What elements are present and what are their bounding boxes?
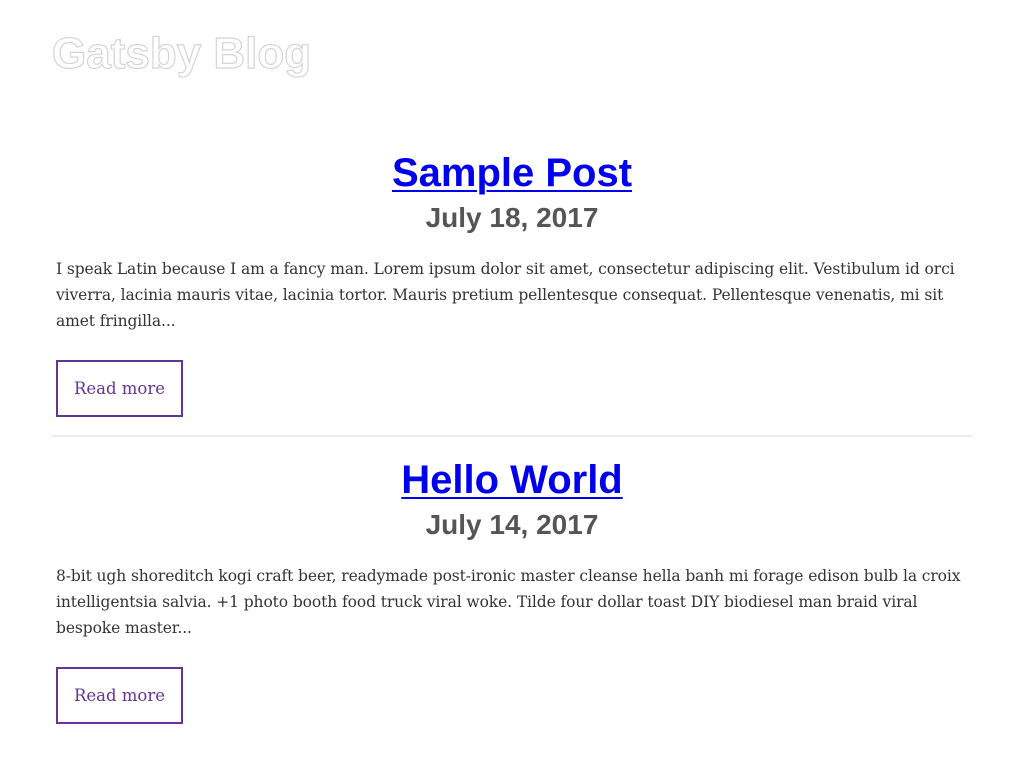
post-title-wrap: Hello World <box>56 455 968 505</box>
site-title-link[interactable]: Gatsby Blog <box>51 29 311 78</box>
post-date: July 18, 2017 <box>425 202 599 233</box>
post-excerpt: I speak Latin because I am a fancy man. … <box>56 260 955 330</box>
site-header: Gatsby Blog <box>51 29 311 82</box>
post-title-link[interactable]: Sample Post <box>56 148 968 198</box>
post-card: Sample Post July 18, 2017 I speak Latin … <box>52 148 972 417</box>
read-more-button[interactable]: Read more <box>56 667 183 724</box>
read-more-button[interactable]: Read more <box>56 360 183 417</box>
post-title-wrap: Sample Post <box>56 148 968 198</box>
post-excerpt: 8-bit ugh shoreditch kogi craft beer, re… <box>56 567 961 637</box>
post-date: July 14, 2017 <box>425 509 599 540</box>
post-card: Hello World July 14, 2017 8-bit ugh shor… <box>52 435 972 724</box>
post-title-link[interactable]: Hello World <box>56 455 968 505</box>
post-list: Sample Post July 18, 2017 I speak Latin … <box>52 148 972 724</box>
